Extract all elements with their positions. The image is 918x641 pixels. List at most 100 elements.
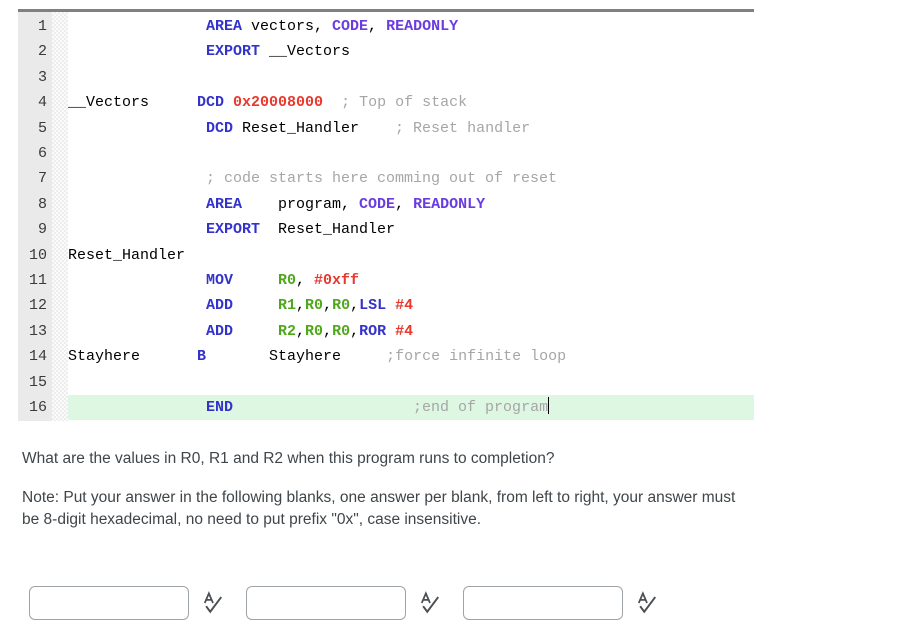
answer-blanks-row — [29, 586, 680, 620]
token-operand: program, — [242, 195, 360, 213]
token-directive: DCD — [197, 94, 225, 112]
token-register: R0 — [332, 322, 351, 340]
token-operand: vectors, — [242, 18, 333, 35]
line-number: 6 — [37, 145, 47, 163]
line-number: 12 — [28, 297, 47, 315]
token-directive: EXPORT — [206, 43, 261, 61]
spellcheck-icon[interactable] — [636, 591, 658, 615]
code-line-4: __Vectors DCD 0x20008000 ; Top of stack — [68, 90, 754, 115]
token-register: R2 — [233, 322, 297, 340]
line-number: 7 — [37, 170, 47, 188]
line-number: 4 — [37, 94, 47, 112]
answer-blank-group-1 — [29, 586, 246, 620]
token-punct: , — [296, 271, 315, 289]
line-number: 3 — [37, 68, 47, 86]
token-directive: DCD — [206, 119, 234, 137]
token-shift-op: ROR — [359, 322, 396, 340]
code-line-12: ADD R1,R0,R0,LSL #4 — [68, 293, 754, 318]
answer-input-r2[interactable] — [463, 586, 623, 620]
token-operand: Reset_Handler — [233, 119, 360, 137]
line-number: 15 — [28, 373, 47, 391]
line-number: 11 — [28, 272, 47, 290]
token-punct: , — [395, 195, 414, 213]
token-mnemonic: MOV — [206, 271, 234, 289]
line-number: 10 — [28, 246, 47, 264]
token-punct: , — [296, 322, 306, 340]
answer-input-r0[interactable] — [29, 586, 189, 620]
spellcheck-icon[interactable] — [202, 591, 224, 615]
answer-input-r1[interactable] — [246, 586, 406, 620]
token-directive: EXPORT — [206, 221, 261, 239]
token-mnemonic: ADD — [206, 322, 234, 340]
text-caret — [548, 396, 550, 414]
token-register: R0 — [332, 297, 351, 315]
token-directive: AREA — [206, 18, 243, 35]
token-directive: END — [206, 398, 234, 416]
answer-blank-group-3 — [463, 586, 680, 620]
code-line-5: DCD Reset_Handler ; Reset handler — [68, 116, 754, 141]
token-label: Reset_Handler — [68, 246, 186, 264]
code-editor-body: 1 2 3 4 5 6 7 8 9 10 11 12 13 14 15 16 A… — [18, 12, 754, 421]
token-punct: , — [323, 322, 333, 340]
code-line-1: AREA vectors, CODE, READONLY — [68, 14, 754, 39]
code-line-14: Stayhere B Stayhere ;force infinite loop — [68, 344, 754, 369]
line-number: 13 — [28, 322, 47, 340]
token-number: 0x20008000 — [224, 94, 324, 112]
breakpoint-margin-strip — [52, 12, 68, 421]
token-shift-op: LSL — [359, 297, 396, 315]
spellcheck-icon[interactable] — [419, 591, 441, 615]
code-line-11: MOV R0, #0xff — [68, 268, 754, 293]
code-lines: AREA vectors, CODE, READONLY EXPORT __Ve… — [68, 12, 754, 421]
question-prompt: What are the values in R0, R1 and R2 whe… — [22, 450, 555, 467]
token-punct: , — [323, 297, 333, 315]
token-operand: Stayhere — [206, 348, 342, 366]
token-comment: ;end of program — [233, 398, 549, 416]
code-line-16: END ;end of program — [68, 394, 754, 421]
line-number-gutter: 1 2 3 4 5 6 7 8 9 10 11 12 13 14 15 16 — [18, 12, 52, 421]
line-number: 9 — [37, 221, 47, 239]
token-mnemonic: B — [197, 348, 207, 366]
token-register: R0 — [305, 322, 324, 340]
token-immediate: #4 — [395, 297, 414, 315]
code-line-7: ; code starts here comming out of reset — [68, 166, 754, 191]
code-line-13: ADD R2,R0,R0,ROR #4 — [68, 319, 754, 344]
token-operand: Reset_Handler — [260, 221, 396, 239]
token-punct: , — [368, 18, 387, 35]
token-register: R1 — [233, 297, 297, 315]
line-number: 14 — [28, 348, 47, 366]
token-operand: __Vectors — [260, 43, 351, 61]
code-line-2: EXPORT __Vectors — [68, 39, 754, 64]
question-text-area: What are the values in R0, R1 and R2 whe… — [22, 448, 742, 548]
answer-blank-group-2 — [246, 586, 463, 620]
token-attribute: CODE — [332, 18, 369, 35]
line-number: 16 — [28, 399, 47, 417]
token-immediate: #0xff — [314, 271, 360, 289]
token-comment: ;force infinite loop — [341, 348, 567, 366]
token-comment: ; Top of stack — [323, 94, 468, 112]
token-directive: AREA — [206, 195, 243, 213]
token-attribute: READONLY — [413, 195, 486, 213]
line-number: 2 — [37, 43, 47, 61]
line-number: 8 — [37, 195, 47, 213]
token-immediate: #4 — [395, 322, 414, 340]
code-line-9: EXPORT Reset_Handler — [68, 217, 754, 242]
code-line-8: AREA program, CODE, READONLY — [68, 192, 754, 217]
token-register: R0 — [233, 271, 297, 289]
token-attribute: READONLY — [386, 18, 459, 35]
token-mnemonic: ADD — [206, 297, 234, 315]
token-punct: , — [350, 322, 360, 340]
token-comment: ; code starts here comming out of reset — [206, 170, 558, 188]
code-editor: 1 2 3 4 5 6 7 8 9 10 11 12 13 14 15 16 A… — [18, 9, 754, 421]
token-label: Stayhere — [68, 348, 141, 366]
line-number: 1 — [37, 18, 47, 35]
token-comment: ; Reset handler — [359, 119, 531, 137]
line-number: 5 — [37, 119, 47, 137]
token-punct: , — [296, 297, 306, 315]
code-line-10: Reset_Handler — [68, 243, 754, 268]
token-label: __Vectors — [68, 94, 150, 112]
question-note: Note: Put your answer in the following b… — [22, 489, 736, 528]
token-attribute: CODE — [359, 195, 396, 213]
